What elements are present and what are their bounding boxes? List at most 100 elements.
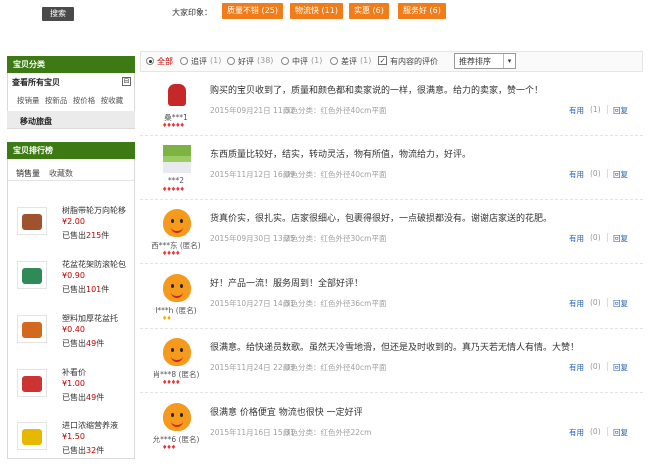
sort-by-sales-link[interactable]: 按销量 xyxy=(17,96,40,105)
radio-all[interactable] xyxy=(146,57,154,65)
review-item: ***2 ♦♦♦♦♦ 东西质量比较好，结实，转动灵活，物有所值，物流给力，好评。… xyxy=(140,137,643,200)
product-image[interactable] xyxy=(17,369,47,397)
review-username: 允***6 (匿名) xyxy=(152,435,200,444)
divider xyxy=(607,233,608,242)
search-button[interactable]: 搜索 xyxy=(42,7,74,21)
sort-by-fav-link[interactable]: 按收藏 xyxy=(101,96,124,105)
rank-icon: ♦♦♦♦ xyxy=(162,379,180,386)
filter-count: (38) xyxy=(257,56,274,65)
useful-link[interactable]: 有用 xyxy=(569,169,584,180)
reply-link[interactable]: 回复 xyxy=(613,362,628,373)
product-image[interactable] xyxy=(17,207,47,235)
impressions-label: 大家印象： xyxy=(172,8,212,17)
filter-count: (1) xyxy=(311,56,323,65)
sort-by-price-link[interactable]: 按价格 xyxy=(73,96,96,105)
avatar[interactable] xyxy=(163,209,191,237)
with-content-label[interactable]: 有内容的评价 xyxy=(390,56,438,67)
radio-good[interactable] xyxy=(227,57,235,65)
review-item: 西***东 (匿名) ♦♦♦♦ 货真价实，很扎实。店家很细心，包裹得很好，一点破… xyxy=(140,201,643,264)
useful-link[interactable]: 有用 xyxy=(569,298,584,309)
product-name[interactable]: 树脂带轮万向轮移 xyxy=(62,205,126,216)
avatar[interactable] xyxy=(163,338,191,366)
radio-neutral[interactable] xyxy=(281,57,289,65)
avatar[interactable] xyxy=(163,81,191,109)
product-name[interactable]: 塑料加厚花盆托 xyxy=(62,313,118,324)
tab-favorites[interactable]: 收藏数 xyxy=(49,168,73,179)
collapse-icon[interactable]: ⊟ xyxy=(122,77,131,86)
review-spec: 颜色分类：红色外径36cm平面 xyxy=(283,299,387,308)
review-text: 好！产品一流！服务周到！全部好评！ xyxy=(210,279,364,289)
product-image[interactable] xyxy=(17,261,47,289)
filter-count: (1) xyxy=(360,56,372,65)
review-spec: 颜色分类：红色外径22cm xyxy=(283,428,372,437)
impression-tag[interactable]: 实惠 (6) xyxy=(349,3,389,19)
divider xyxy=(607,362,608,371)
rank-icon: ♦♦♦♦♦ xyxy=(162,122,185,129)
product-sold: 已售出101件 xyxy=(62,285,110,294)
review-date: 2015年11月16日 15:31 xyxy=(210,428,295,437)
review-text: 很满意。给快递员数歌。虽然天冷雪地滑，但还是及时收到的。真乃天若无情人有情。大赞… xyxy=(210,343,580,353)
category-mobile-link[interactable]: 移动旅盘 xyxy=(20,116,52,127)
ranking-product[interactable]: 进口浓缩营养液 ¥1.50 已售出32件 xyxy=(17,420,135,468)
radio-followup[interactable] xyxy=(180,57,188,65)
impression-tag[interactable]: 物流快 (11) xyxy=(290,3,343,19)
product-sold: 已售出49件 xyxy=(62,339,105,348)
useful-link[interactable]: 有用 xyxy=(569,105,584,116)
ranking-header: 宝贝排行榜 xyxy=(7,142,135,159)
avatar[interactable] xyxy=(163,403,191,431)
useful-link[interactable]: 有用 xyxy=(569,233,584,244)
category-header: 宝贝分类 xyxy=(7,56,135,73)
useful-link[interactable]: 有用 xyxy=(569,427,584,438)
reply-link[interactable]: 回复 xyxy=(613,233,628,244)
product-image[interactable] xyxy=(17,422,47,450)
reply-link[interactable]: 回复 xyxy=(613,105,628,116)
useful-count: (1) xyxy=(590,105,601,114)
divider xyxy=(8,180,134,181)
product-name[interactable]: 进口浓缩营养液 xyxy=(62,420,118,431)
product-sold: 已售出49件 xyxy=(62,393,105,402)
filter-label-good[interactable]: 好评 xyxy=(238,56,254,67)
divider xyxy=(607,427,608,436)
filter-label-bad[interactable]: 差评 xyxy=(341,56,357,67)
product-name[interactable]: 花盆花架防滚轮包 xyxy=(62,259,126,270)
tab-sales[interactable]: 销售量 xyxy=(16,168,40,179)
divider xyxy=(607,105,608,114)
impression-tag[interactable]: 质量不错 (25) xyxy=(222,3,283,19)
reply-link[interactable]: 回复 xyxy=(613,298,628,309)
ranking-product[interactable]: 树脂带轮万向轮移 ¥2.00 已售出215件 xyxy=(17,205,135,253)
sort-by-new-link[interactable]: 按新品 xyxy=(45,96,68,105)
ranking-product[interactable]: 塑料加厚花盆托 ¥0.40 已售出49件 xyxy=(17,313,135,361)
sort-dropdown[interactable]: 推荐排序 ▾ xyxy=(454,53,516,69)
review-text: 很满意 价格便宜 物流也很快 一定好评 xyxy=(210,408,363,418)
rank-icon: ♦♦♦♦♦ xyxy=(162,186,185,193)
review-item: 桑***1 ♦♦♦♦♦ 购买的宝贝收到了，质量和颜色都和卖家说的一样，很满意。给… xyxy=(140,73,643,136)
useful-count: (0) xyxy=(590,233,601,242)
product-image[interactable] xyxy=(17,315,47,343)
filter-label-followup[interactable]: 追评 xyxy=(191,56,207,67)
filter-label-neutral[interactable]: 中评 xyxy=(292,56,308,67)
reply-link[interactable]: 回复 xyxy=(613,169,628,180)
product-name[interactable]: 补看价 xyxy=(62,367,86,378)
review-date: 2015年11月24日 22:03 xyxy=(210,363,295,372)
review-item: 肖***8 (匿名) ♦♦♦♦ 很满意。给快递员数歌。虽然天冷雪地滑，但还是及时… xyxy=(140,330,643,393)
product-sold: 已售出215件 xyxy=(62,231,110,240)
category-all-link[interactable]: 查看所有宝贝 xyxy=(12,77,60,88)
ranking-product[interactable]: 花盆花架防滚轮包 ¥0.90 已售出101件 xyxy=(17,259,135,307)
impression-tag[interactable]: 服务好 (6) xyxy=(398,3,446,19)
filter-label-all[interactable]: 全部 xyxy=(157,56,173,67)
ranking-product[interactable]: 补看价 ¥1.00 已售出49件 xyxy=(17,367,135,415)
avatar[interactable] xyxy=(163,274,191,302)
review-spec: 颜色分类：红色外径40cm平面 xyxy=(283,363,387,372)
reply-link[interactable]: 回复 xyxy=(613,427,628,438)
rank-icon: ♦♦♦♦ xyxy=(162,250,180,257)
divider xyxy=(607,298,608,307)
review-username: l***h (匿名) xyxy=(155,306,197,315)
avatar[interactable] xyxy=(163,145,191,173)
with-content-checkbox[interactable]: ✓ xyxy=(378,56,387,65)
sort-label: 推荐排序 xyxy=(459,57,491,66)
product-price: ¥1.50 xyxy=(62,432,85,441)
review-text: 货真价实，很扎实。店家很细心，包裹得很好，一点破损都没有。谢谢店家送的花肥。 xyxy=(210,214,553,224)
useful-link[interactable]: 有用 xyxy=(569,362,584,373)
rank-icon: ♦♦ xyxy=(162,315,172,322)
radio-bad[interactable] xyxy=(330,57,338,65)
